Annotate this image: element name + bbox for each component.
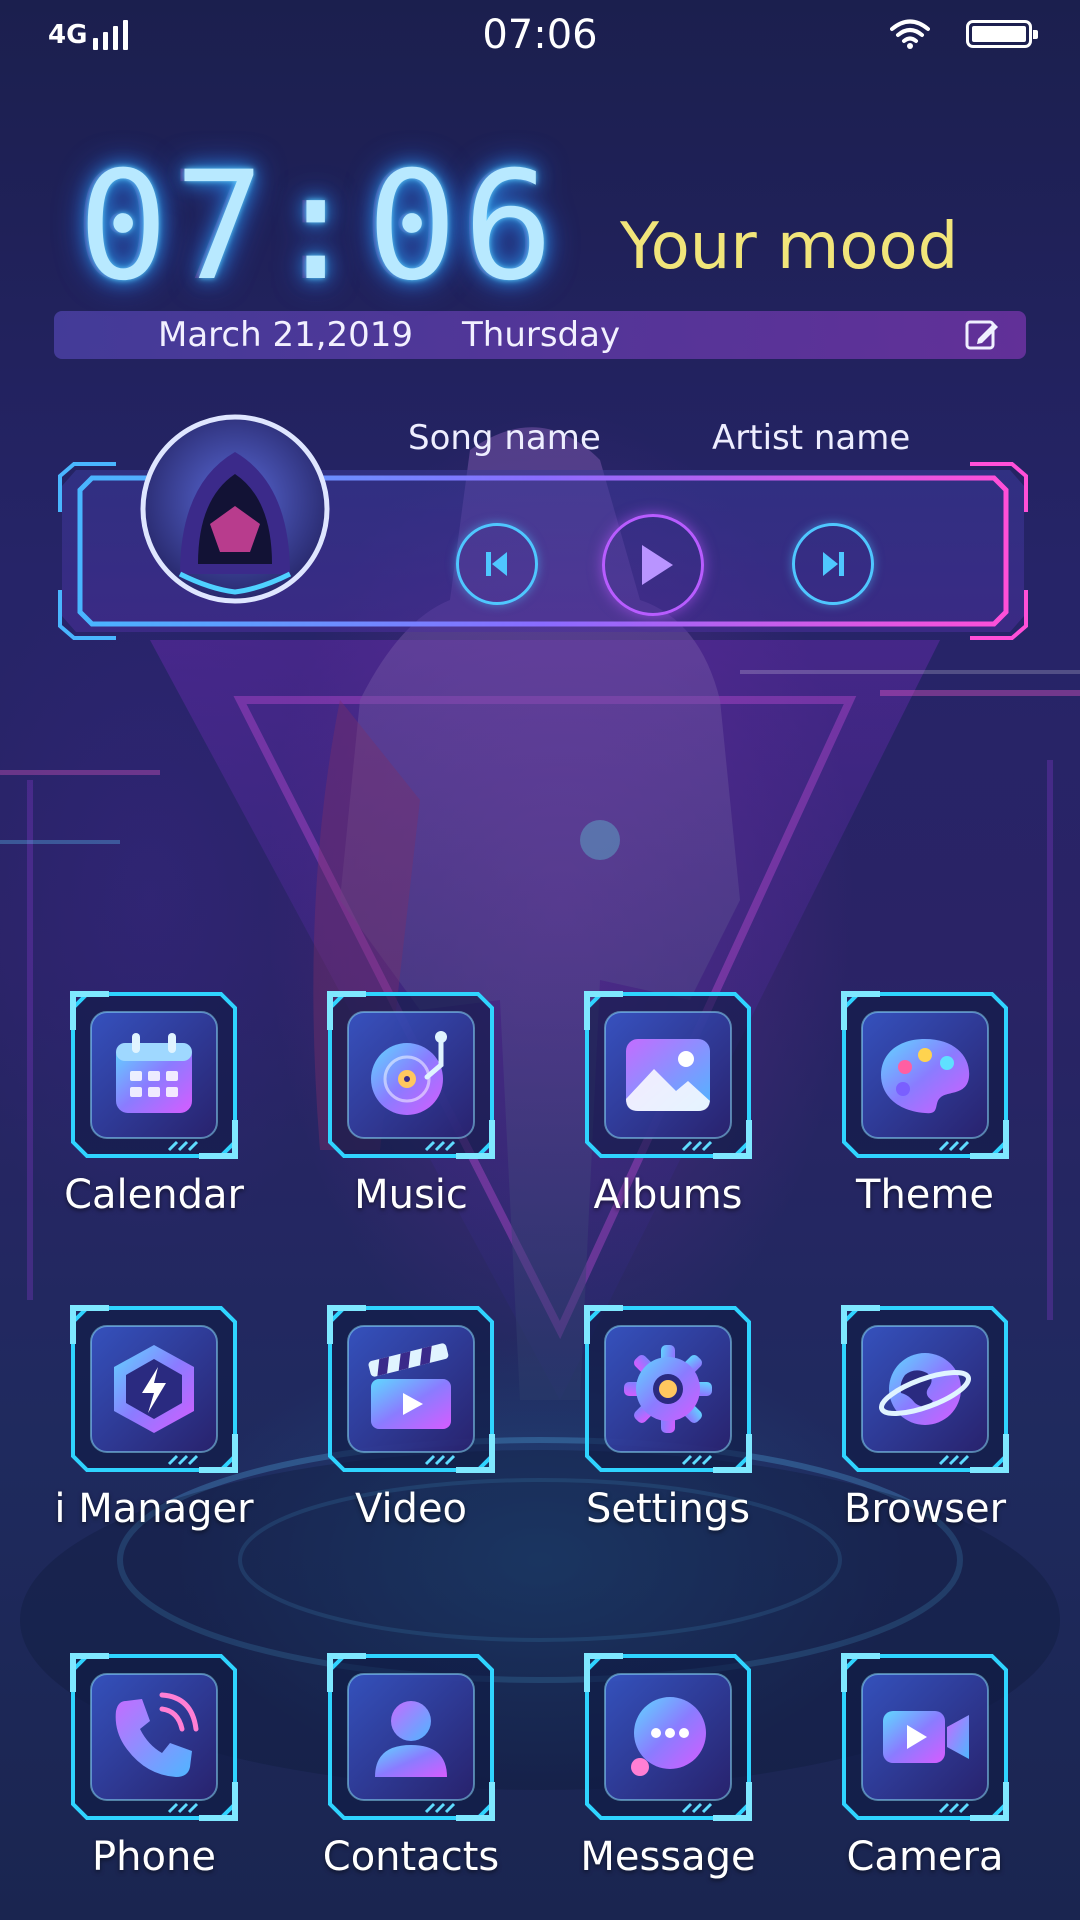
app-icon-frame <box>69 1304 239 1474</box>
album-art[interactable] <box>140 414 330 604</box>
app-label: Browser <box>843 1486 1007 1532</box>
video-camera-icon <box>883 1711 969 1763</box>
app-message[interactable]: Message <box>538 1652 798 1880</box>
app-label: Calendar <box>64 1172 244 1218</box>
planet-icon <box>879 1353 971 1425</box>
app-icon-frame <box>583 1652 753 1822</box>
app-theme[interactable]: Theme <box>795 990 1055 1218</box>
edit-icon[interactable] <box>964 317 1000 353</box>
weekday-label: Thursday <box>462 315 621 355</box>
calendar-icon <box>116 1033 192 1113</box>
app-icon-frame <box>326 990 496 1160</box>
app-label: Music <box>354 1172 468 1218</box>
app-icon-frame <box>840 990 1010 1160</box>
app-icon-frame <box>583 1304 753 1474</box>
music-disc-icon <box>371 1031 447 1115</box>
chat-bubble-icon <box>631 1697 706 1776</box>
gear-icon <box>624 1345 712 1433</box>
app-video[interactable]: Video <box>281 1304 541 1532</box>
app-icon-frame <box>69 1652 239 1822</box>
song-name: Song name <box>408 418 601 458</box>
app-label: Albums <box>593 1172 743 1218</box>
next-button[interactable] <box>792 523 874 605</box>
clapper-icon <box>368 1343 451 1429</box>
app-camera[interactable]: Camera <box>795 1652 1055 1880</box>
contact-person-icon <box>375 1701 447 1777</box>
app-albums[interactable]: Albums <box>538 990 798 1218</box>
app-label: Camera <box>846 1834 1004 1880</box>
app-settings[interactable]: Settings <box>538 1304 798 1532</box>
phone-icon <box>115 1692 199 1777</box>
app-calendar[interactable]: Calendar <box>24 990 284 1218</box>
date-bar: March 21,2019 Thursday <box>54 311 1026 359</box>
play-button[interactable] <box>602 514 704 616</box>
battery-level <box>972 26 1026 42</box>
play-icon <box>642 545 673 585</box>
lightning-shield-icon <box>114 1345 194 1433</box>
app-i-manager[interactable]: i Manager <box>24 1304 284 1532</box>
app-label: i Manager <box>54 1486 254 1532</box>
albums-image-icon <box>626 1039 710 1111</box>
status-bar: 4G 07:06 <box>0 0 1080 70</box>
app-icon-frame <box>583 990 753 1160</box>
app-label: Video <box>354 1486 468 1532</box>
app-label: Message <box>580 1834 756 1880</box>
battery-icon <box>966 20 1038 48</box>
app-icon-frame <box>326 1652 496 1822</box>
date-label: March 21,2019 <box>158 315 414 355</box>
app-icon-frame <box>840 1652 1010 1822</box>
previous-button[interactable] <box>456 523 538 605</box>
clock-widget-time[interactable]: 07:06 <box>78 152 560 302</box>
app-label: Theme <box>856 1172 994 1218</box>
app-icon-frame <box>326 1304 496 1474</box>
app-music[interactable]: Music <box>281 990 541 1218</box>
app-label: Phone <box>92 1834 216 1880</box>
palette-icon <box>881 1039 970 1114</box>
next-icon <box>823 552 844 576</box>
app-phone[interactable]: Phone <box>24 1652 284 1880</box>
previous-icon <box>486 552 507 576</box>
app-label: Settings <box>585 1486 751 1532</box>
app-label: Contacts <box>322 1834 500 1880</box>
artist-name: Artist name <box>712 418 911 458</box>
app-browser[interactable]: Browser <box>795 1304 1055 1532</box>
app-icon-frame <box>840 1304 1010 1474</box>
wifi-icon <box>890 19 930 49</box>
mood-text[interactable]: Your mood <box>620 210 958 284</box>
app-contacts[interactable]: Contacts <box>281 1652 541 1880</box>
app-icon-frame <box>69 990 239 1160</box>
